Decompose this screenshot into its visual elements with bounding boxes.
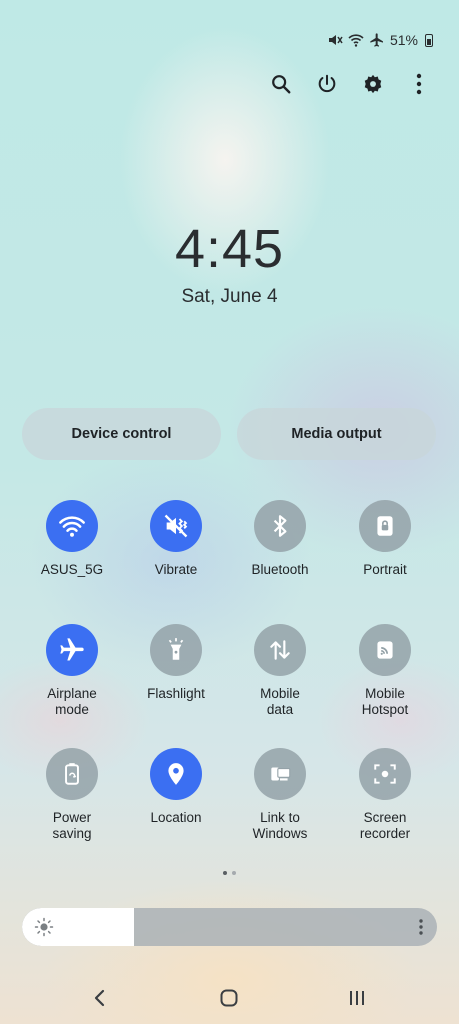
tile-label: Mobile Hotspot [361,686,409,717]
battery-icon [425,33,433,47]
tile-power-saving[interactable]: Power saving [20,748,124,842]
tile-bluetooth[interactable]: Bluetooth [228,500,332,578]
vibrate-icon [150,500,202,552]
tile-label: Power saving [52,810,92,841]
tile-label: Flashlight [147,686,205,701]
tile-label: Location [150,810,202,825]
page-indicator [0,871,459,875]
tile-link-to-windows[interactable]: Link to Windows [228,748,332,842]
tile-mobile-hotspot[interactable]: Mobile Hotspot [333,624,437,718]
tile-label: Vibrate [154,562,198,577]
hotspot-icon [359,624,411,676]
search-icon[interactable] [269,70,293,98]
airplane-icon [46,624,98,676]
airplane-icon [369,32,385,48]
home-icon[interactable] [209,986,249,1010]
portrait-lock-icon [359,500,411,552]
tile-vibrate[interactable]: Vibrate [124,500,228,578]
wifi-icon [348,32,364,48]
tile-label: Mobile data [260,686,300,717]
tile-label: Airplane mode [47,686,97,717]
device-control-button[interactable]: Device control [22,408,221,460]
bluetooth-icon [254,500,306,552]
page-dot-active [223,871,227,875]
more-vert-icon[interactable] [407,70,431,98]
media-output-button[interactable]: Media output [237,408,436,460]
brightness-slider[interactable] [22,908,437,946]
link-to-windows-icon [254,748,306,800]
wifi-icon [46,500,98,552]
tile-wifi[interactable]: ASUS_5G [20,500,124,578]
tile-airplane-mode[interactable]: Airplane mode [20,624,124,718]
tile-mobile-data[interactable]: Mobile data [228,624,332,718]
navigation-bar [0,978,459,1018]
top-actions [269,70,431,98]
status-bar: 51% [327,30,433,50]
tile-flashlight[interactable]: Flashlight [124,624,228,702]
tile-location[interactable]: Location [124,748,228,826]
tile-label: Screen recorder [359,810,411,841]
tile-label: Bluetooth [251,562,309,577]
recents-icon[interactable] [337,986,377,1010]
tile-label: ASUS_5G [40,562,104,577]
back-icon[interactable] [80,986,120,1010]
brightness-more-icon[interactable] [417,917,425,937]
mobile-data-icon [254,624,306,676]
tile-label: Portrait [363,562,407,577]
page-dot [232,871,236,875]
sun-icon [34,917,54,937]
battery-percent: 51% [389,32,418,48]
screen-recorder-icon [359,748,411,800]
power-icon[interactable] [315,70,339,98]
clock-date[interactable]: Sat, June 4 [0,286,459,308]
tile-screen-recorder[interactable]: Screen recorder [333,748,437,842]
location-icon [150,748,202,800]
tile-portrait[interactable]: Portrait [333,500,437,578]
flashlight-icon [150,624,202,676]
tile-label: Link to Windows [252,810,308,841]
mute-icon [327,32,343,48]
clock-time[interactable]: 4:45 [0,218,459,280]
power-saving-icon [46,748,98,800]
gear-icon[interactable] [361,70,385,98]
